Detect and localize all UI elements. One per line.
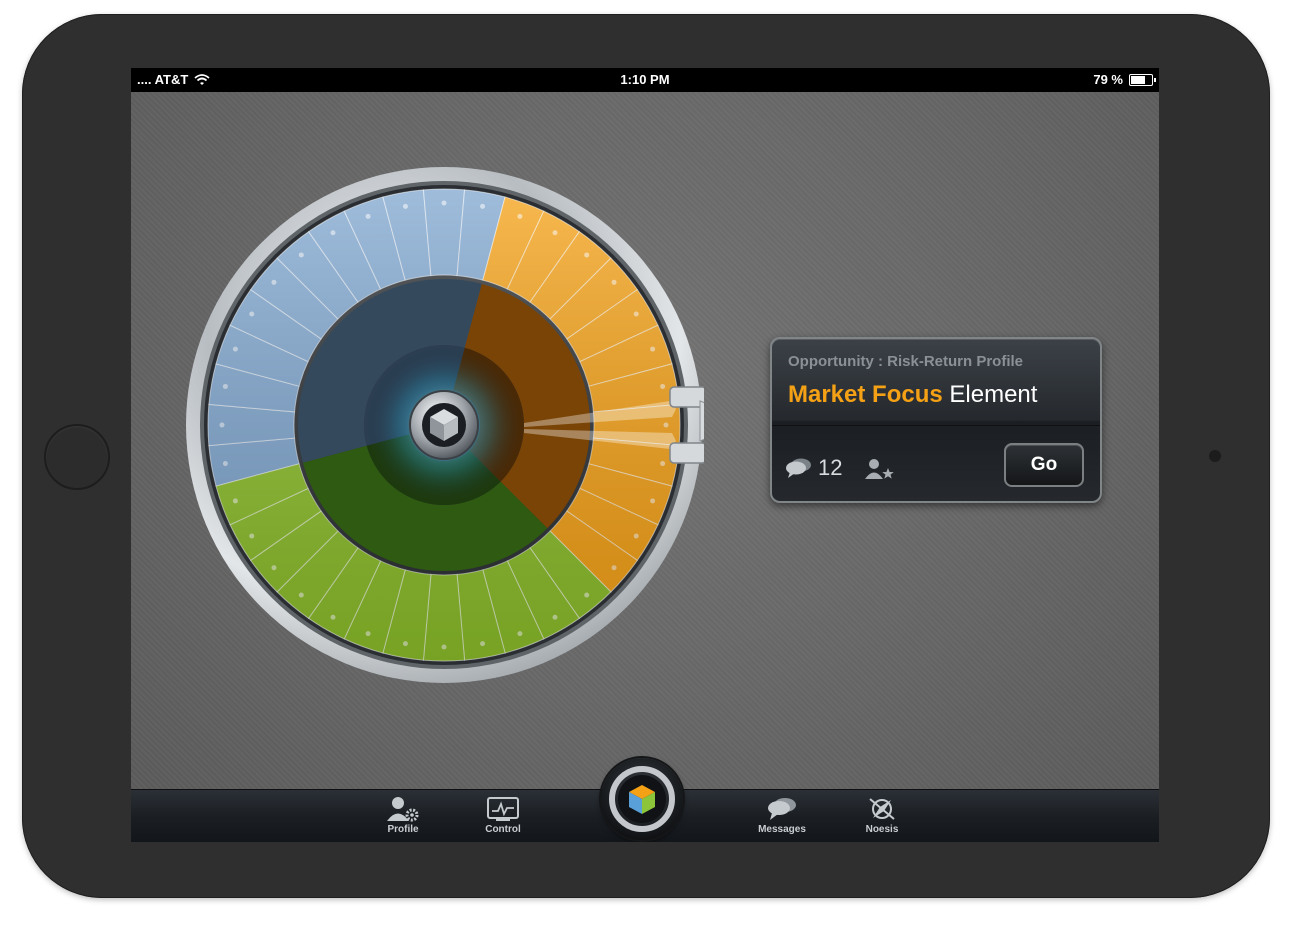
go-button[interactable]: Go <box>1004 443 1084 487</box>
battery-icon <box>1129 73 1156 86</box>
comment-count-value: 12 <box>818 455 843 480</box>
user-star-icon <box>865 459 894 479</box>
comment-count[interactable]: 12 <box>786 455 842 481</box>
favorite-user-button[interactable] <box>864 457 896 486</box>
risk-return-wheel[interactable] <box>184 165 704 685</box>
status-bar: .... AT&T 1:10 PM 79 % <box>131 68 1159 92</box>
card-subtitle: Opportunity : Risk-Return Profile <box>788 353 1024 370</box>
tab-messages-label: Messages <box>758 824 806 835</box>
comments-icon <box>786 458 811 478</box>
messages-icon <box>768 798 796 820</box>
screen: .... AT&T 1:10 PM 79 % Opportunity: Ris… <box>131 68 1159 842</box>
tab-noesis[interactable]: Noesis <box>850 796 914 835</box>
tab-profile[interactable]: Profile <box>371 796 435 835</box>
card-title-highlight: Market Focus <box>788 381 943 408</box>
card-title: Market Focus Element <box>788 381 1037 409</box>
pointer-clip-bottom[interactable] <box>669 442 704 464</box>
profile-gear-icon <box>387 797 419 822</box>
battery-percent: 79 % <box>1093 72 1123 87</box>
pointer-arrow <box>699 400 704 442</box>
control-monitor-icon <box>487 797 519 821</box>
tab-control[interactable]: Control <box>471 796 535 835</box>
tab-control-label: Control <box>485 824 521 835</box>
clock: 1:10 PM <box>620 72 670 87</box>
home-button[interactable] <box>44 424 110 490</box>
card-title-rest: Element <box>949 381 1038 408</box>
tab-profile-label: Profile <box>387 824 419 835</box>
cube-logo-icon <box>609 766 675 832</box>
tab-messages[interactable]: Messages <box>750 796 814 835</box>
home-cube-button[interactable] <box>601 758 683 840</box>
battery-level <box>1131 75 1146 84</box>
card-divider <box>772 425 1100 426</box>
noesis-compass-icon <box>869 798 895 820</box>
pointer-clip-top[interactable] <box>669 386 704 408</box>
element-info-card[interactable]: Opportunity : Risk-Return Profile Market… <box>770 337 1102 503</box>
front-camera <box>1209 450 1221 462</box>
tab-noesis-label: Noesis <box>865 824 899 835</box>
